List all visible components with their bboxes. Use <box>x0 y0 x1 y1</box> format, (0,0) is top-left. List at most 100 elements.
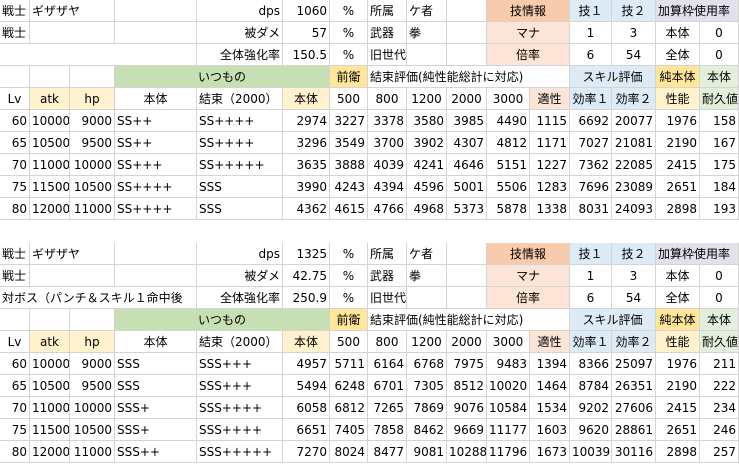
skill-info-label[interactable]: 技情報 <box>487 0 570 22</box>
data-cell[interactable]: 4243 <box>330 176 368 198</box>
body-value[interactable]: 0 <box>700 22 739 44</box>
spreadsheet-grid[interactable]: 戦士ギザザヤdps1060%所属ケ者技情報技１技２加算枠使用率戦士３被ダメ57%… <box>0 0 739 474</box>
column-header[interactable]: 耐久値 <box>700 331 739 353</box>
class-label[interactable]: 戦士 <box>0 0 30 22</box>
data-cell[interactable]: 9202 <box>570 397 612 419</box>
skill2-mana[interactable]: 3 <box>612 22 656 44</box>
data-cell[interactable]: 2415 <box>656 154 700 176</box>
data-cell[interactable]: 4039 <box>368 154 407 176</box>
affiliation-value[interactable]: ケ者 <box>407 0 447 22</box>
cell[interactable] <box>447 265 487 287</box>
data-cell[interactable]: 11500 <box>30 176 70 198</box>
percent-unit[interactable]: % <box>330 0 368 22</box>
data-cell[interactable]: SSS+ <box>115 419 197 441</box>
column-header[interactable]: 本体 <box>115 331 197 353</box>
data-cell[interactable]: 2651 <box>656 419 700 441</box>
cell[interactable] <box>0 66 30 88</box>
data-cell[interactable]: 193 <box>700 198 739 220</box>
overall-boost-value[interactable]: 250.9 <box>283 287 330 309</box>
weapon-value[interactable]: 拳 <box>407 265 447 287</box>
skill1-label[interactable]: 技１ <box>570 0 612 22</box>
affiliation-label[interactable]: 所属 <box>368 243 407 265</box>
skill1-mana[interactable]: 1 <box>570 22 612 44</box>
data-cell[interactable]: 11500 <box>30 419 70 441</box>
column-header[interactable]: 1200 <box>407 331 447 353</box>
data-cell[interactable]: SS++++ <box>115 198 197 220</box>
group-pure-body[interactable]: 純本体 <box>656 66 700 88</box>
column-header[interactable]: 本体 <box>283 331 330 353</box>
data-cell[interactable]: 4362 <box>283 198 330 220</box>
mana-label[interactable]: マナ <box>487 22 570 44</box>
data-cell[interactable]: 75 <box>0 176 30 198</box>
weapon-label[interactable]: 武器 <box>368 265 407 287</box>
data-cell[interactable]: 80 <box>0 441 30 463</box>
column-header[interactable]: Lv <box>0 88 30 110</box>
column-header[interactable]: hp <box>70 331 115 353</box>
data-cell[interactable]: 5711 <box>330 353 368 375</box>
column-header[interactable]: atk <box>30 88 70 110</box>
percent-unit[interactable]: % <box>330 265 368 287</box>
overall-boost-value[interactable]: 150.5 <box>283 44 330 66</box>
cell[interactable] <box>115 22 197 44</box>
skill1-label[interactable]: 技１ <box>570 243 612 265</box>
data-cell[interactable]: SSS++ <box>115 441 197 463</box>
data-cell[interactable]: SS+++++ <box>197 154 283 176</box>
group-bond-eval[interactable]: 結束評価(純性能総計に対応) <box>368 66 570 88</box>
damage-taken-label[interactable]: 被ダメ <box>197 265 283 287</box>
data-cell[interactable]: 4307 <box>447 132 487 154</box>
data-cell[interactable]: SSS <box>115 375 197 397</box>
data-cell[interactable]: 28861 <box>612 419 656 441</box>
data-cell[interactable]: 10000 <box>70 397 115 419</box>
data-cell[interactable]: 8477 <box>368 441 407 463</box>
skill2-multiplier[interactable]: 54 <box>612 287 656 309</box>
data-cell[interactable]: 4646 <box>447 154 487 176</box>
percent-unit[interactable]: % <box>330 22 368 44</box>
body-label[interactable]: 本体 <box>656 265 700 287</box>
affiliation-label[interactable]: 所属 <box>368 0 407 22</box>
data-cell[interactable]: 6058 <box>283 397 330 419</box>
data-cell[interactable]: 1464 <box>530 375 570 397</box>
body-label[interactable]: 本体 <box>656 22 700 44</box>
damage-taken-value[interactable]: 42.75 <box>283 265 330 287</box>
data-cell[interactable]: 12000 <box>30 198 70 220</box>
data-cell[interactable]: 3378 <box>368 110 407 132</box>
dps-label[interactable]: dps <box>197 0 283 22</box>
column-header[interactable]: 1200 <box>407 88 447 110</box>
data-cell[interactable]: 10500 <box>70 176 115 198</box>
data-cell[interactable]: 11000 <box>70 441 115 463</box>
data-cell[interactable]: 8512 <box>447 375 487 397</box>
data-cell[interactable]: 8366 <box>570 353 612 375</box>
data-cell[interactable]: SS++++ <box>197 110 283 132</box>
column-header[interactable]: 性能 <box>656 88 700 110</box>
data-cell[interactable]: 6692 <box>570 110 612 132</box>
data-cell[interactable]: 5506 <box>487 176 530 198</box>
data-cell[interactable]: SS++++ <box>197 132 283 154</box>
cell[interactable] <box>447 243 487 265</box>
mana-label[interactable]: マナ <box>487 265 570 287</box>
data-cell[interactable]: SS+++ <box>115 154 197 176</box>
data-cell[interactable]: 5878 <box>487 198 530 220</box>
data-cell[interactable]: 6768 <box>407 353 447 375</box>
data-cell[interactable]: 9669 <box>447 419 487 441</box>
cell[interactable] <box>30 265 115 287</box>
data-cell[interactable]: 3296 <box>283 132 330 154</box>
additive-slot-label[interactable]: 加算枠使用率 <box>656 0 739 22</box>
data-cell[interactable]: SSS++++ <box>197 419 283 441</box>
multiplier-label[interactable]: 倍率 <box>487 287 570 309</box>
data-cell[interactable]: 2651 <box>656 176 700 198</box>
data-cell[interactable]: 1338 <box>530 198 570 220</box>
data-cell[interactable]: 22085 <box>612 154 656 176</box>
column-header[interactable]: 2000 <box>447 331 487 353</box>
data-cell[interactable]: 4957 <box>283 353 330 375</box>
data-cell[interactable]: SS++ <box>115 132 197 154</box>
generation-label[interactable]: 旧世代 <box>368 287 407 309</box>
data-cell[interactable]: 211 <box>700 353 739 375</box>
data-cell[interactable]: 8031 <box>570 198 612 220</box>
data-cell[interactable]: 24093 <box>612 198 656 220</box>
data-cell[interactable]: 7265 <box>368 397 407 419</box>
column-header[interactable]: 500 <box>330 331 368 353</box>
column-header[interactable]: 適性 <box>530 331 570 353</box>
column-header[interactable]: 効率１ <box>570 331 612 353</box>
class-label[interactable]: 戦士 <box>0 243 30 265</box>
cell[interactable] <box>30 309 70 331</box>
